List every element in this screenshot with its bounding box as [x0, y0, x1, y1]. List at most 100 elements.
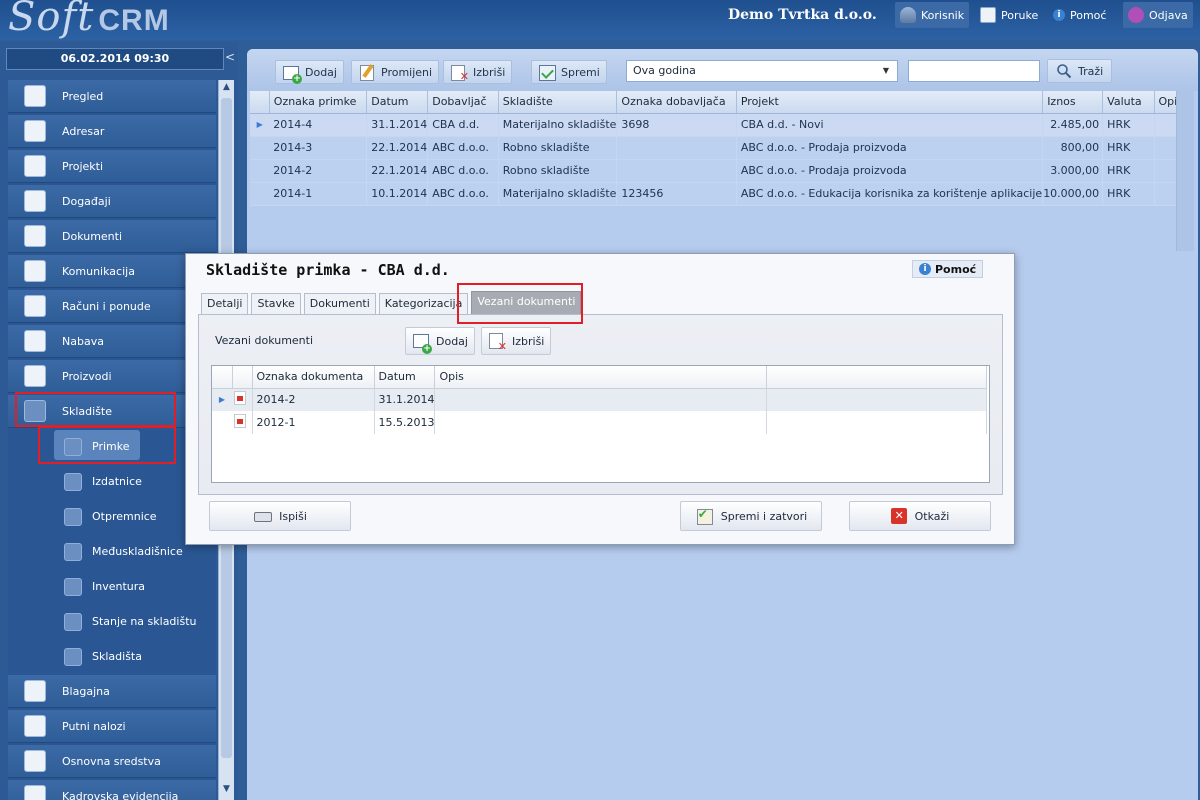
table-cell: ABC d.o.o. [427, 136, 499, 160]
column-header[interactable]: Oznaka dokumenta [252, 366, 375, 389]
linked-documents-panel: Vezani dokumenti Dodaj Izbriši Oznaka do… [198, 314, 1003, 495]
app-logo: Soft CRM [8, 0, 170, 40]
add-linked-document-button[interactable]: Dodaj [405, 327, 475, 355]
cancel-icon [890, 508, 907, 524]
table-cell: 2014-3 [269, 136, 368, 160]
cash-icon [24, 680, 46, 702]
edit-button[interactable]: Promijeni [351, 60, 440, 84]
column-header[interactable]: Iznos [1042, 91, 1104, 114]
table-cell: 22.1.2014 [366, 159, 429, 183]
save-button[interactable]: Spremi [531, 60, 607, 84]
table-cell [616, 159, 737, 183]
tab-kategorizacija[interactable]: Kategorizacija [378, 293, 469, 315]
search-button[interactable]: Traži [1047, 59, 1113, 83]
table-row[interactable]: 2012-1 15.5.2013 [212, 411, 988, 434]
tab-stavke[interactable]: Stavke [251, 293, 301, 315]
column-header[interactable]: Oznaka primke [269, 91, 368, 114]
collapse-sidebar-button[interactable]: < [224, 50, 236, 64]
sidebar-item-putni-nalozi[interactable]: Putni nalozi [8, 710, 216, 743]
search-input[interactable] [908, 60, 1040, 82]
filler-cell [766, 388, 988, 411]
column-header[interactable]: Datum [374, 366, 436, 389]
documents-icon [24, 225, 46, 247]
sidebar-item-blagajna[interactable]: Blagajna [8, 675, 216, 708]
user-label: Korisnik [921, 8, 965, 22]
receipt-icon [64, 437, 82, 456]
dialog-title: Skladište primka - CBA d.d. [206, 261, 450, 279]
scroll-down-arrow[interactable]: ▼ [221, 784, 232, 798]
grid-scrollbar[interactable] [1176, 91, 1194, 251]
save-close-icon [695, 507, 713, 525]
sidebar-item-label: Nabava [62, 334, 104, 348]
column-header[interactable]: Projekt [736, 91, 1044, 114]
add-button[interactable]: Dodaj [275, 60, 344, 84]
column-header[interactable]: Oznaka dobavljača [616, 91, 737, 114]
scroll-up-arrow[interactable]: ▲ [221, 82, 232, 96]
table-row[interactable]: 2014-1 10.1.2014 ABC d.o.o. Materijalno skl… [250, 182, 1195, 206]
table-cell: HRK [1102, 113, 1155, 137]
table-row[interactable]: ▶ 2014-4 31.1.2014 CBA d.d. Materijalno skla… [250, 113, 1195, 137]
document-icon [234, 391, 246, 406]
sidebar-item-label: Projekti [62, 159, 104, 173]
row-indicator-icon [212, 411, 232, 434]
tab-dokumenti[interactable]: Dokumenti [303, 293, 376, 315]
print-button[interactable]: Ispiši [209, 501, 351, 531]
sidebar-item-pregled[interactable]: Pregled [8, 80, 216, 113]
sidebar-item-dogadaji[interactable]: Događaji [8, 185, 216, 218]
table-cell: 3698 [616, 113, 737, 137]
sidebar-item-osnovna-sredstva[interactable]: Osnovna sredstva [8, 745, 216, 778]
table-cell: 10.1.2014 [366, 182, 429, 206]
cancel-button[interactable]: Otkaži [849, 501, 991, 531]
sidebar-item-label: Dokumenti [62, 229, 123, 243]
table-row[interactable]: ▶ 2014-2 31.1.2014 [212, 388, 988, 411]
save-and-close-button[interactable]: Spremi i zatvori [680, 501, 822, 531]
sidebar-item-stanje-na-skladistu[interactable]: Stanje na skladištu [8, 605, 216, 638]
filler-cell [766, 411, 988, 434]
sidebar-item-inventura[interactable]: Inventura [8, 570, 216, 603]
table-cell: 2014-2 [252, 388, 375, 411]
sidebar-item-label: Kadrovska evidencija [62, 789, 179, 800]
column-header[interactable]: Opis [434, 366, 768, 389]
table-cell: CBA d.d. [427, 113, 499, 137]
delete-linked-document-button[interactable]: Izbriši [481, 327, 552, 355]
table-row[interactable]: 2014-2 22.1.2014 ABC d.o.o. Robno skladište… [250, 159, 1195, 183]
table-cell: 123456 [616, 182, 737, 206]
sidebar-item-skladista[interactable]: Skladišta [8, 640, 216, 673]
table-cell [616, 136, 737, 160]
section-label: Vezani dokumenti [215, 334, 314, 347]
envelope-icon [980, 7, 996, 23]
sidebar-item-projekti[interactable]: Projekti [8, 150, 216, 183]
tab-detalji[interactable]: Detalji [201, 293, 249, 315]
messages-button[interactable]: Poruke [975, 2, 1043, 28]
sidebar-item-kadrovska-evidencija[interactable]: Kadrovska evidencija [8, 780, 216, 800]
sidebar-item-adresar[interactable]: Adresar [8, 115, 216, 148]
warehouses-icon [64, 647, 82, 666]
table-cell: 2014-4 [269, 113, 368, 137]
sidebar-item-label: Skladišta [92, 650, 142, 663]
delete-label: Izbriši [512, 334, 545, 348]
row-indicator-icon [250, 136, 270, 160]
period-select[interactable]: Ova godina ▼ [626, 60, 898, 82]
add-icon [282, 64, 302, 84]
tab-vezani-dokumenti[interactable]: Vezani dokumenti [471, 291, 582, 315]
user-button[interactable]: Korisnik [895, 2, 970, 28]
top-bar: Soft CRM Demo Tvrtka d.o.o. Korisnik Poru… [0, 0, 1200, 40]
add-label: Dodaj [305, 65, 337, 79]
receipts-grid: Oznaka primke Datum Dobavljač Skladište Ozna… [250, 91, 1195, 253]
power-icon [1128, 7, 1144, 23]
chevron-down-icon: ▼ [882, 66, 889, 75]
add-icon [412, 332, 432, 354]
dialog-help-button[interactable]: i Pomoć [912, 260, 984, 278]
table-row[interactable]: 2014-3 22.1.2014 ABC d.o.o. Robno skladište… [250, 136, 1195, 160]
sidebar-item-dokumenti[interactable]: Dokumenti [8, 220, 216, 253]
table-cell: ABC d.o.o. [427, 182, 499, 206]
help-button[interactable]: i Pomoć [1048, 2, 1111, 28]
column-header[interactable]: Skladište [498, 91, 618, 114]
communication-icon [24, 260, 46, 282]
delete-button[interactable]: Izbriši [443, 60, 513, 84]
column-header[interactable]: Dobavljač [427, 91, 499, 114]
sidebar-item-label: Inventura [92, 580, 146, 593]
logout-button[interactable]: Odjava [1123, 2, 1193, 28]
column-header[interactable]: Valuta [1102, 91, 1155, 114]
column-header[interactable]: Datum [366, 91, 429, 114]
